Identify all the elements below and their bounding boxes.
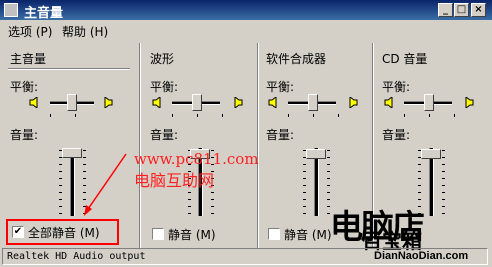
title-underline bbox=[8, 68, 130, 70]
speaker-right-icon bbox=[104, 97, 113, 108]
balance-label: 平衡: bbox=[266, 80, 295, 94]
volume-slider[interactable] bbox=[421, 149, 441, 159]
speaker-right-icon bbox=[465, 97, 474, 108]
balance-slider[interactable] bbox=[424, 94, 434, 111]
balance-slider[interactable] bbox=[192, 94, 202, 111]
volume-label: 音量: bbox=[382, 128, 411, 142]
volume-label: 音量: bbox=[10, 128, 39, 142]
balance-ticks bbox=[404, 114, 456, 117]
balance-label: 平衡: bbox=[382, 80, 411, 94]
balance-label: 平衡: bbox=[150, 80, 179, 94]
app-icon bbox=[4, 3, 18, 17]
channel-separator bbox=[257, 43, 259, 248]
channel-title: CD 音量 bbox=[382, 52, 428, 66]
annotation-arrow bbox=[84, 153, 127, 216]
mute-label: 静音 (M) bbox=[284, 228, 332, 242]
balance-label: 平衡: bbox=[10, 80, 39, 94]
watermark-domain: DianNaoDian.com bbox=[374, 250, 469, 262]
speaker-left-icon bbox=[384, 97, 393, 108]
channel-title: 软件合成器 bbox=[266, 52, 327, 66]
balance-ticks bbox=[50, 114, 98, 117]
volume-label: 音量: bbox=[150, 128, 179, 142]
title-bar: 主音量 _ □ × bbox=[0, 0, 492, 21]
mute-checkbox[interactable] bbox=[152, 228, 164, 240]
balance-ticks bbox=[288, 114, 340, 117]
close-button[interactable]: × bbox=[471, 3, 486, 17]
channel-title: 波形 bbox=[150, 52, 175, 66]
menu-help[interactable]: 帮助 (H) bbox=[62, 23, 108, 40]
volume-label: 音量: bbox=[266, 128, 295, 142]
watermark-url: www.pc811.com bbox=[134, 150, 259, 168]
channel-title: 主音量 bbox=[10, 52, 47, 66]
mute-label: 静音 (M) bbox=[168, 228, 216, 242]
speaker-right-icon bbox=[349, 97, 358, 108]
balance-slider[interactable] bbox=[308, 94, 318, 111]
speaker-left-icon bbox=[268, 97, 277, 108]
channel-separator bbox=[139, 43, 141, 248]
volume-ticks bbox=[442, 150, 445, 214]
volume-ticks bbox=[303, 150, 306, 214]
volume-slider[interactable] bbox=[62, 148, 82, 158]
status-text: Realtek HD Audio output bbox=[7, 251, 146, 262]
annotation-highlight-box bbox=[6, 219, 119, 245]
menu-bar: 选项 (P) 帮助 (H) bbox=[0, 20, 492, 40]
mute-checkbox[interactable] bbox=[268, 228, 280, 240]
volume-track bbox=[70, 148, 75, 216]
watermark-caption: 电脑互助网 bbox=[134, 171, 215, 190]
balance-ticks bbox=[172, 114, 224, 117]
menu-options[interactable]: 选项 (P) bbox=[8, 23, 52, 40]
speaker-right-icon bbox=[234, 97, 243, 108]
volume-slider[interactable] bbox=[306, 149, 326, 159]
minimize-button[interactable]: _ bbox=[438, 3, 453, 17]
balance-slider[interactable] bbox=[67, 94, 77, 111]
volume-ticks bbox=[59, 150, 62, 214]
speaker-left-icon bbox=[29, 97, 38, 108]
window-title: 主音量 bbox=[24, 6, 64, 21]
speaker-left-icon bbox=[152, 97, 161, 108]
maximize-button[interactable]: □ bbox=[454, 3, 469, 17]
